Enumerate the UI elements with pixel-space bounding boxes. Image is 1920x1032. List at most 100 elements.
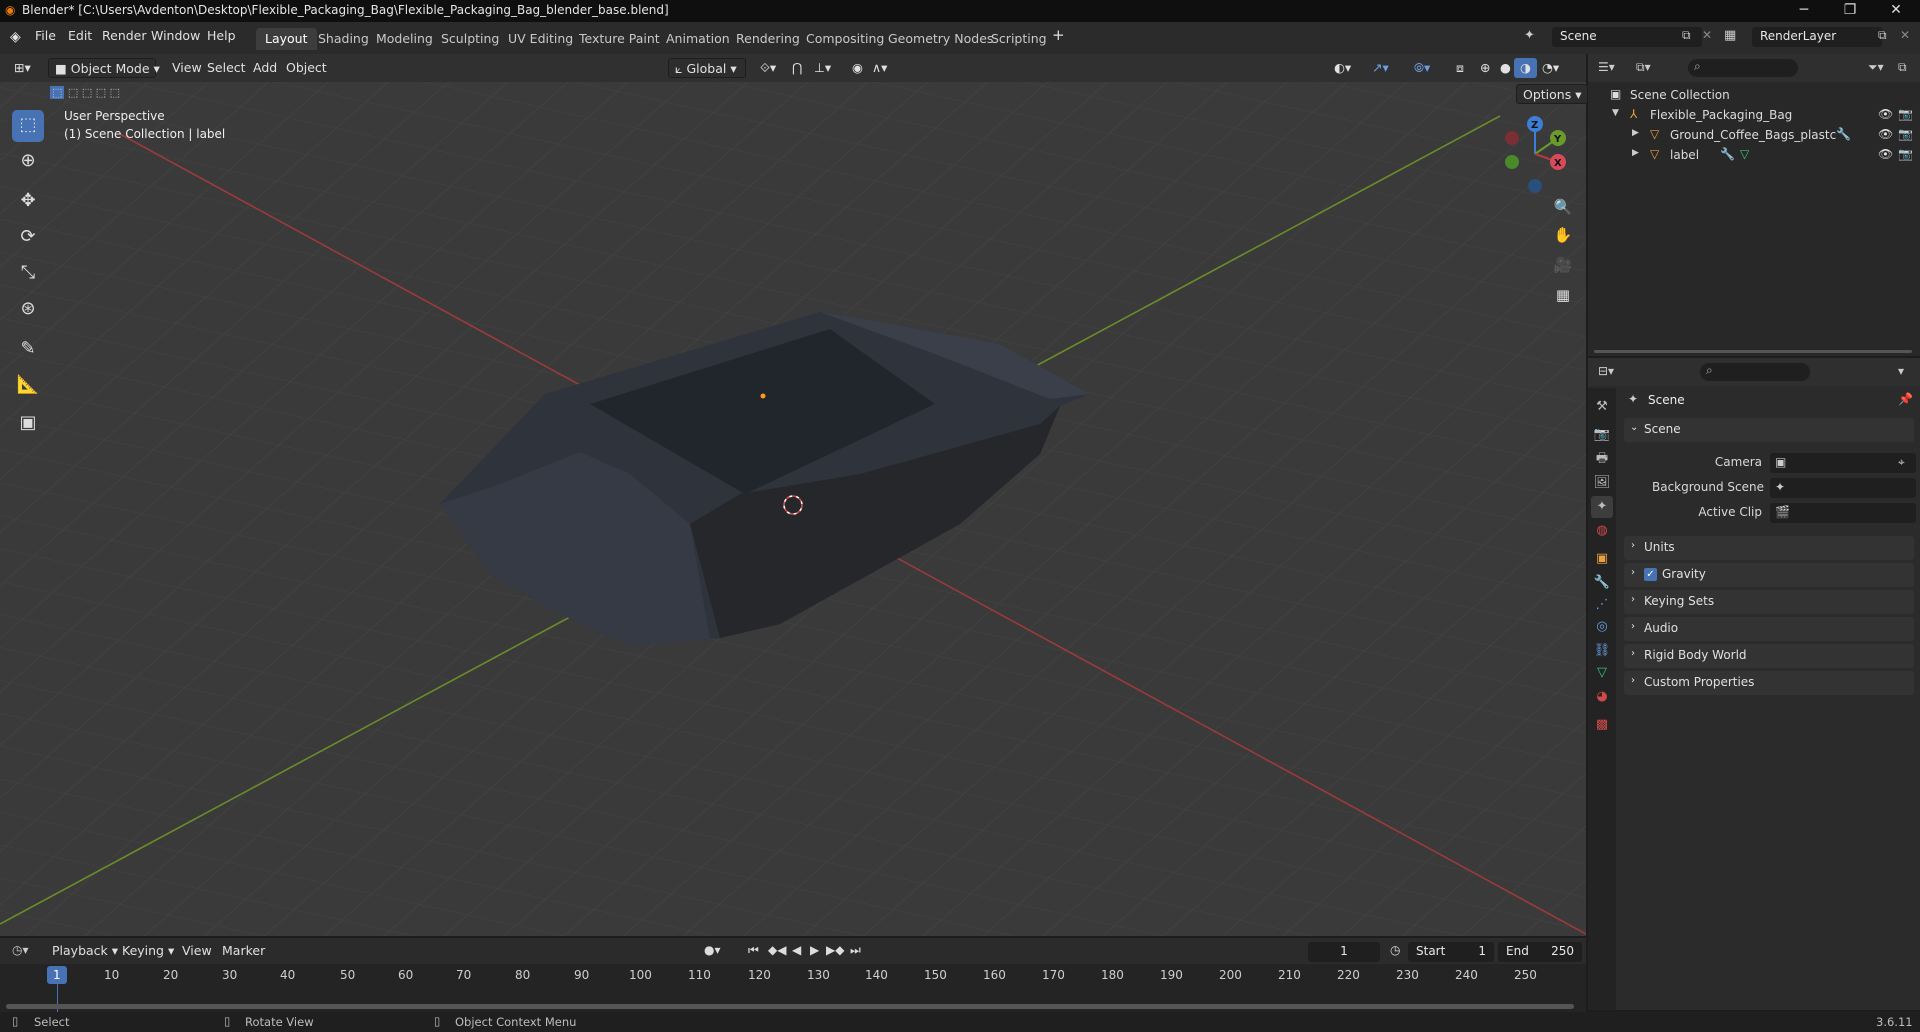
panel-audio[interactable]: › Audio [1624,617,1914,641]
transform-tool[interactable]: ⊛ [12,294,44,326]
render-tab[interactable]: 📷 [1591,424,1613,446]
rotate-tool[interactable]: ⟳ [12,222,44,254]
visibility-eye-icon[interactable]: 👁 [1878,107,1893,121]
falloff-button[interactable]: ∧▾ [866,58,893,78]
maximize-button[interactable]: ❐ [1828,0,1872,22]
view-layer-tab[interactable]: 🖼 [1591,472,1613,494]
world-tab[interactable]: ◍ [1591,520,1613,542]
active-clip-field[interactable]: 🎬 [1770,503,1916,523]
new-layer-icon[interactable]: ⧉ [1878,28,1887,43]
pivot-point-button[interactable]: ⟐▾ [754,58,782,78]
outliner-row-flexible-packaging-bag[interactable]: ▼ ⅄ Flexible_Packaging_Bag 👁 📷 [1588,106,1920,126]
expand-icon[interactable]: ▶ [1632,128,1639,138]
jump-start-icon[interactable]: ⏮ [748,943,759,958]
new-collection-icon[interactable]: ⧉ [1898,60,1907,75]
output-tab[interactable]: 🖶 [1591,448,1613,470]
cursor-tool[interactable]: ⊕ [12,146,44,178]
data-tab[interactable]: ▽ [1591,662,1613,684]
play-reverse-icon[interactable]: ◀ [792,943,801,957]
current-frame-field[interactable]: 1 [1308,942,1380,962]
outliner-row-label[interactable]: ▶ ▽ label 🔧 ▽ 👁 📷 [1588,146,1920,166]
rendered-shading-button[interactable]: ◔▾ [1536,58,1565,78]
render-camera-icon[interactable]: 📷 [1898,127,1913,141]
record-icon[interactable]: ●▾ [704,943,721,957]
close-button[interactable]: ✕ [1874,0,1918,22]
outliner-editor-type-icon[interactable]: ☰▾ [1598,60,1615,74]
frame-ruler[interactable]: 1 10 20 30 40 50 60 70 80 90 100 110 120… [0,964,1586,1012]
scene-icon[interactable]: ✦ [1524,28,1535,43]
blender-menu-icon[interactable]: ◈ [10,29,21,45]
expand-icon[interactable]: ▶ [1632,148,1639,158]
menu-file[interactable]: File [35,28,56,43]
play-icon[interactable]: ▶ [810,943,819,957]
expand-icon[interactable]: ▼ [1612,108,1619,118]
tab-layout[interactable]: Layout [256,28,317,50]
material-shading-button[interactable]: ◑ [1514,58,1537,78]
3d-viewport[interactable]: User Perspective (1) Scene Collection | … [0,54,1586,936]
end-frame-field[interactable]: End 250 [1498,942,1582,962]
menu-window[interactable]: Window [151,28,200,43]
panel-keying-sets[interactable]: › Keying Sets [1624,590,1914,614]
gravity-checkbox[interactable]: ✓ [1644,568,1657,581]
timeline-editor-type-icon[interactable]: ◷▾ [12,943,29,957]
panel-gravity[interactable]: › ✓ Gravity [1624,563,1914,587]
material-tab[interactable]: ◕ [1591,686,1613,708]
renderlayer-selector[interactable]: RenderLayer [1752,27,1882,47]
panel-custom-properties[interactable]: › Custom Properties [1624,671,1914,695]
move-tool[interactable]: ✥ [12,186,44,218]
eyedropper-icon[interactable]: ⌖ [1898,455,1905,470]
snap-toggle-button[interactable]: ⋂ [786,58,808,78]
add-cube-tool[interactable]: ▣ [12,408,44,440]
visibility-eye-icon[interactable]: 👁 [1878,127,1893,141]
camera-field[interactable]: ▣ ⌖ [1770,453,1916,473]
render-camera-icon[interactable]: 📷 [1898,147,1913,161]
menu-select[interactable]: Select [201,58,252,78]
transform-orientation-selector[interactable]: ⟀ Global ▾ [668,58,746,78]
new-scene-icon[interactable]: ⧉ [1682,28,1691,43]
add-workspace-button[interactable]: + [1052,26,1065,44]
ortho-toggle-button[interactable]: ▦ [1550,282,1576,308]
scale-tool[interactable]: ⤡ [12,258,44,290]
outliner-search-field[interactable]: ⌕ [1688,59,1798,77]
constraints-tab[interactable]: ⛓ [1591,640,1613,662]
mode-selector[interactable]: ■ Object Mode ▾ [48,58,160,78]
delete-scene-icon[interactable]: ✕ [1702,28,1712,42]
modifier-tab[interactable]: 🔧 [1591,572,1613,594]
render-camera-icon[interactable]: 📷 [1898,107,1913,121]
annotate-tool[interactable]: ✎ [12,334,44,366]
start-frame-field[interactable]: Start 1 [1408,942,1494,962]
zoom-button[interactable]: 🔍 [1550,194,1576,220]
jump-end-icon[interactable]: ⏭ [850,943,861,958]
pin-icon[interactable]: 📌 [1898,392,1913,406]
object-tab[interactable]: ▣ [1591,548,1613,570]
outliner-row-ground-coffee-bags[interactable]: ▶ ▽ Ground_Coffee_Bags_plastc 🔧 👁 📷 [1588,126,1920,146]
menu-keying[interactable]: Keying ▾ [116,941,180,961]
editor-type-button[interactable]: ⊞▾ [8,58,37,78]
gizmo-toggle-button[interactable]: ↗▾ [1366,58,1395,78]
menu-timeline-view[interactable]: View [176,941,218,961]
filter-icon[interactable]: ⏷▾ [1868,60,1884,75]
physics-tab[interactable]: ◎ [1591,616,1613,638]
menu-object[interactable]: Object [280,58,333,78]
next-keyframe-icon[interactable]: ▶◆ [826,943,844,957]
navigation-gizmo[interactable]: Z Y X [1495,114,1575,194]
overlay-toggle-button[interactable]: ⦾▾ [1408,58,1436,78]
panel-rigid-body-world[interactable]: › Rigid Body World [1624,644,1914,668]
panel-units[interactable]: › Units [1624,536,1914,560]
tab-modeling[interactable]: Modeling [367,28,442,50]
tool-tab[interactable]: ⚒ [1591,396,1613,418]
texture-tab[interactable]: ▩ [1591,714,1613,736]
panel-scene[interactable]: ⌄ Scene [1624,418,1914,442]
layer-icon[interactable]: ▦ [1724,28,1736,43]
visibility-button[interactable]: ◐▾ [1328,58,1357,78]
camera-view-button[interactable]: 🎥 [1550,252,1576,278]
outliner-row-scene-collection[interactable]: ▣ Scene Collection [1588,86,1920,106]
particles-tab[interactable]: ⋰ [1591,594,1613,616]
background-scene-field[interactable]: ✦ [1770,478,1916,498]
scene-selector[interactable]: Scene [1552,27,1702,47]
visibility-eye-icon[interactable]: 👁 [1878,147,1893,161]
scene-tab[interactable]: ✦ [1591,496,1613,518]
xray-button[interactable]: ⧈ [1450,58,1470,78]
tab-texture-paint[interactable]: Texture Paint [570,28,669,50]
prev-keyframe-icon[interactable]: ◆◀ [768,943,786,957]
